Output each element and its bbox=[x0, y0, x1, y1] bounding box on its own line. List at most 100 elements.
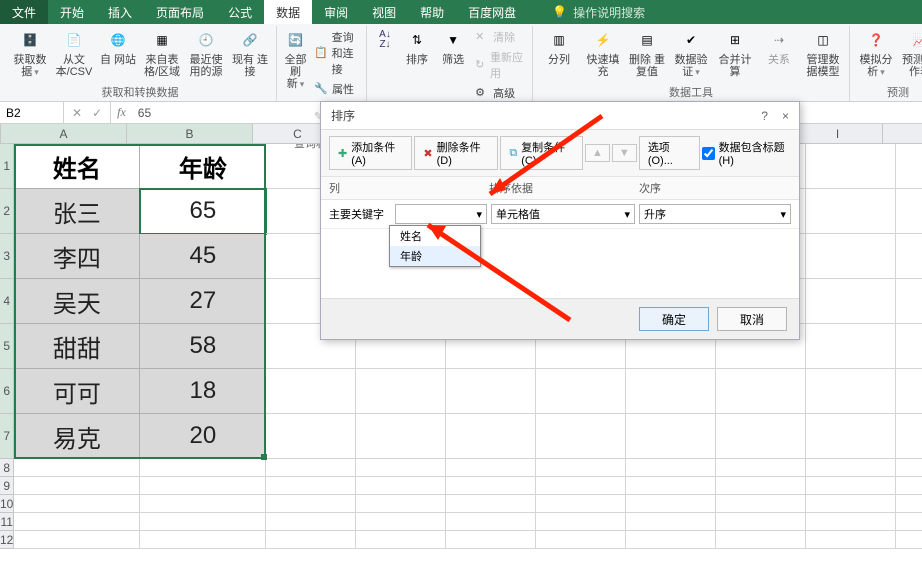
remove-dup-button[interactable]: ▤删除 重复值 bbox=[627, 28, 667, 78]
consolidate-button[interactable]: ⊞合并计算 bbox=[715, 28, 755, 78]
menu-file[interactable]: 文件 bbox=[0, 0, 48, 24]
cell-F10[interactable] bbox=[536, 495, 626, 513]
cell-A10[interactable] bbox=[14, 495, 140, 513]
dropdown-option-age[interactable]: 年龄 bbox=[390, 246, 480, 266]
cell-G6[interactable] bbox=[626, 369, 716, 414]
cell-A12[interactable] bbox=[14, 531, 140, 549]
formula-value[interactable]: 65 bbox=[132, 106, 157, 120]
cell-C7[interactable] bbox=[266, 414, 356, 459]
cancel-button[interactable]: 取消 bbox=[717, 307, 787, 331]
close-icon[interactable]: × bbox=[782, 109, 789, 123]
reapply-button[interactable]: ↻重新应用 bbox=[473, 48, 526, 82]
cell-F9[interactable] bbox=[536, 477, 626, 495]
cell-J5[interactable] bbox=[896, 324, 922, 369]
cell-H6[interactable] bbox=[716, 369, 806, 414]
cell-E9[interactable] bbox=[446, 477, 536, 495]
data-val-button[interactable]: ✔数据验 证 bbox=[671, 28, 711, 78]
cell-I10[interactable] bbox=[806, 495, 896, 513]
cell-I8[interactable] bbox=[806, 459, 896, 477]
row-header-4[interactable]: 4 bbox=[0, 279, 14, 324]
ok-button[interactable]: 确定 bbox=[639, 307, 709, 331]
cell-J9[interactable] bbox=[896, 477, 922, 495]
cell-B1[interactable]: 年龄 bbox=[140, 144, 266, 189]
cell-F11[interactable] bbox=[536, 513, 626, 531]
flash-fill-button[interactable]: ⚡快速填充 bbox=[583, 28, 623, 78]
recent-sources-button[interactable]: 🕘最近使 用的源 bbox=[186, 28, 226, 78]
cell-E10[interactable] bbox=[446, 495, 536, 513]
cell-D8[interactable] bbox=[356, 459, 446, 477]
cell-B12[interactable] bbox=[140, 531, 266, 549]
get-data-button[interactable]: 🗄️获取数 据 bbox=[10, 28, 50, 78]
row-header-8[interactable]: 8 bbox=[0, 459, 14, 477]
cell-B4[interactable]: 27 bbox=[140, 279, 266, 324]
queries-button[interactable]: 📋查询和连接 bbox=[312, 28, 360, 78]
add-condition-button[interactable]: ✚添加条件(A) bbox=[329, 136, 412, 170]
row-header-3[interactable]: 3 bbox=[0, 234, 14, 279]
cell-I1[interactable] bbox=[806, 144, 896, 189]
move-down-button[interactable]: ▼ bbox=[612, 144, 637, 162]
text-to-col-button[interactable]: ▥分列 bbox=[539, 28, 579, 66]
cell-J12[interactable] bbox=[896, 531, 922, 549]
cell-G11[interactable] bbox=[626, 513, 716, 531]
cell-G8[interactable] bbox=[626, 459, 716, 477]
sort-az-button[interactable]: A↓Z↓ bbox=[373, 28, 397, 52]
menu-baidu[interactable]: 百度网盘 bbox=[456, 0, 528, 24]
col-header-A[interactable]: A bbox=[1, 124, 127, 143]
properties-button[interactable]: 🔧属性 bbox=[312, 80, 360, 98]
cell-F6[interactable] bbox=[536, 369, 626, 414]
col-header-I[interactable]: I bbox=[793, 124, 883, 143]
cell-D9[interactable] bbox=[356, 477, 446, 495]
cell-G10[interactable] bbox=[626, 495, 716, 513]
sort-button[interactable]: ⇅排序 bbox=[401, 28, 433, 66]
options-button[interactable]: 选项(O)... bbox=[639, 136, 700, 170]
cell-J2[interactable] bbox=[896, 189, 922, 234]
cell-J1[interactable] bbox=[896, 144, 922, 189]
menu-help[interactable]: 帮助 bbox=[408, 0, 456, 24]
cell-B9[interactable] bbox=[140, 477, 266, 495]
cell-A5[interactable]: 甜甜 bbox=[14, 324, 140, 369]
data-model-button[interactable]: ◫管理数 据模型 bbox=[803, 28, 843, 78]
filter-button[interactable]: ▼筛选 bbox=[437, 28, 469, 66]
cell-H7[interactable] bbox=[716, 414, 806, 459]
delete-condition-button[interactable]: ✖删除条件(D) bbox=[414, 136, 498, 170]
row-header-5[interactable]: 5 bbox=[0, 324, 14, 369]
enter-icon[interactable]: ✓ bbox=[92, 106, 102, 120]
cell-D7[interactable] bbox=[356, 414, 446, 459]
cell-I9[interactable] bbox=[806, 477, 896, 495]
menu-home[interactable]: 开始 bbox=[48, 0, 96, 24]
move-up-button[interactable]: ▲ bbox=[585, 144, 610, 162]
cell-C12[interactable] bbox=[266, 531, 356, 549]
menu-review[interactable]: 审阅 bbox=[312, 0, 360, 24]
name-box[interactable]: B2 bbox=[0, 102, 64, 123]
column-select[interactable]: ▾ bbox=[395, 204, 487, 224]
cell-G12[interactable] bbox=[626, 531, 716, 549]
basis-select[interactable]: 单元格值▾ bbox=[491, 204, 635, 224]
cell-I4[interactable] bbox=[806, 279, 896, 324]
cell-C9[interactable] bbox=[266, 477, 356, 495]
cell-B5[interactable]: 58 bbox=[140, 324, 266, 369]
cell-H12[interactable] bbox=[716, 531, 806, 549]
col-header-J[interactable]: J bbox=[883, 124, 922, 143]
cell-A6[interactable]: 可可 bbox=[14, 369, 140, 414]
cell-D11[interactable] bbox=[356, 513, 446, 531]
cell-B11[interactable] bbox=[140, 513, 266, 531]
cell-A8[interactable] bbox=[14, 459, 140, 477]
cell-A3[interactable]: 李四 bbox=[14, 234, 140, 279]
cell-J3[interactable] bbox=[896, 234, 922, 279]
cell-C8[interactable] bbox=[266, 459, 356, 477]
from-table-button[interactable]: ▦来自表 格/区域 bbox=[142, 28, 182, 78]
whatif-button[interactable]: ❓模拟分析 bbox=[856, 28, 896, 78]
cell-E8[interactable] bbox=[446, 459, 536, 477]
clear-button[interactable]: ✕清除 bbox=[473, 28, 526, 46]
cell-F12[interactable] bbox=[536, 531, 626, 549]
cell-H9[interactable] bbox=[716, 477, 806, 495]
cell-G7[interactable] bbox=[626, 414, 716, 459]
cell-H8[interactable] bbox=[716, 459, 806, 477]
dialog-titlebar[interactable]: 排序 ? × bbox=[321, 102, 799, 130]
existing-conn-button[interactable]: 🔗现有 连接 bbox=[230, 28, 270, 78]
cell-H10[interactable] bbox=[716, 495, 806, 513]
cell-J7[interactable] bbox=[896, 414, 922, 459]
row-header-6[interactable]: 6 bbox=[0, 369, 14, 414]
cell-G9[interactable] bbox=[626, 477, 716, 495]
menu-data[interactable]: 数据 bbox=[264, 0, 312, 24]
